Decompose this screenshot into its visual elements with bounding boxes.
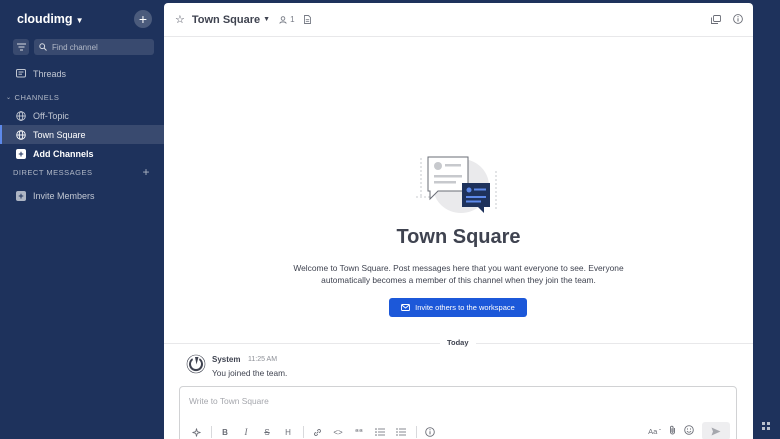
mail-icon: [401, 304, 411, 311]
sidebar-item-off-topic[interactable]: Off-Topic: [0, 106, 164, 125]
channel-info-button[interactable]: [733, 11, 743, 29]
formatting-help-button[interactable]: [422, 424, 438, 439]
direct-messages-section-header[interactable]: DIRECT MESSAGES +: [0, 163, 164, 181]
threads-icon: [16, 68, 26, 77]
member-icon: [279, 15, 287, 24]
link-icon: [313, 428, 321, 436]
search-icon: [39, 43, 47, 51]
font-toggle-label: Aa: [648, 426, 658, 436]
sidebar-item-label: Threads: [33, 68, 67, 79]
sidebar-item-threads[interactable]: Threads: [0, 64, 164, 83]
invite-others-button[interactable]: Invite others to the workspace: [389, 298, 527, 317]
sidebar-item-invite-members[interactable]: + Invite Members: [0, 186, 164, 205]
member-count: 1: [290, 15, 295, 24]
find-channel-box[interactable]: [34, 39, 154, 55]
add-button[interactable]: +: [134, 10, 152, 28]
chevron-down-icon: ▼: [263, 16, 271, 23]
emoji-button[interactable]: [684, 422, 694, 439]
send-icon: [711, 427, 721, 435]
emoji-icon: [684, 425, 694, 435]
intro-description: Welcome to Town Square. Post messages he…: [293, 263, 624, 285]
find-channel-input[interactable]: [52, 42, 142, 52]
channels-header-label: CHANNELS: [14, 92, 60, 102]
channel-files-button[interactable]: [303, 11, 311, 29]
search-row: [0, 38, 164, 56]
sidebar-item-label: Off-Topic: [33, 110, 69, 121]
sidebar-item-label: Town Square: [33, 129, 86, 140]
bold-button[interactable]: B: [217, 424, 233, 439]
channel-intro-illustration: [416, 156, 497, 213]
ai-sparkle-button[interactable]: [188, 424, 204, 439]
channel-header: ☆ Town Square ▼ 1: [164, 3, 753, 37]
member-count-button[interactable]: 1: [279, 15, 295, 24]
sidebar-item-label: Invite Members: [33, 190, 95, 201]
link-button[interactable]: [309, 424, 325, 439]
grid-icon: [762, 422, 770, 430]
post-time[interactable]: 11:25 AM: [248, 356, 277, 363]
intro-title: Town Square: [396, 226, 521, 248]
formatting-toggle-button[interactable]: Aa ˆ: [648, 427, 661, 436]
info-icon: [425, 427, 435, 437]
globe-icon: [16, 129, 26, 140]
chevron-down-icon: ⌄: [6, 94, 12, 101]
post[interactable]: System 11:25 AM You joined the team.: [186, 354, 726, 384]
system-avatar: [186, 354, 206, 374]
channels-section-header[interactable]: ⌄ CHANNELS: [0, 88, 164, 106]
filter-icon: [16, 43, 26, 51]
apps-grid-button[interactable]: [762, 417, 770, 435]
team-name: cloudimg: [17, 12, 73, 26]
format-separator: [303, 426, 304, 438]
team-header: cloudimg ▼ +: [0, 0, 164, 38]
numbered-list-icon: [396, 428, 406, 436]
add-square-icon: +: [16, 148, 26, 159]
quote-button[interactable]: ““: [351, 424, 367, 439]
message-composer: B I S H <> ““ Aa ˆ: [179, 386, 737, 439]
send-button[interactable]: [702, 422, 730, 439]
chevron-down-icon: ▼: [75, 15, 84, 25]
paperclip-icon: [670, 425, 675, 435]
globe-icon: [16, 110, 26, 121]
code-button[interactable]: <>: [330, 424, 346, 439]
sidebar-item-label: Add Channels: [33, 148, 94, 159]
sparkle-icon: [191, 427, 201, 437]
composer-actions: Aa ˆ: [648, 422, 730, 439]
file-icon: [303, 14, 311, 24]
add-square-icon: +: [16, 190, 26, 201]
chevron-up-icon: ˆ: [657, 429, 661, 436]
format-separator: [211, 426, 212, 438]
sidebar-item-town-square[interactable]: Town Square: [0, 125, 164, 144]
channel-intro: Town Square Welcome to Town Square. Post…: [164, 38, 753, 328]
formatting-bar: B I S H <> ““: [188, 424, 443, 439]
favorite-star-icon[interactable]: ☆: [175, 13, 185, 26]
plus-icon: +: [142, 165, 150, 179]
channel-name: Town Square: [191, 13, 261, 26]
plus-icon: +: [138, 11, 148, 27]
post-author[interactable]: System: [212, 355, 240, 364]
invite-button-label: Invite others to the workspace: [415, 303, 515, 312]
italic-button[interactable]: I: [238, 424, 254, 439]
window-icon: [711, 14, 721, 24]
info-icon: [733, 13, 743, 24]
channel-view: ☆ Town Square ▼ 1 Town Square Welcome to…: [164, 3, 753, 439]
attach-file-button[interactable]: [669, 422, 676, 439]
post-message: You joined the team.: [212, 368, 288, 378]
bulleted-list-icon: [375, 428, 385, 436]
bulleted-list-button[interactable]: [372, 424, 388, 439]
sidebar-item-add-channels[interactable]: + Add Channels: [0, 144, 164, 163]
header-actions: [711, 11, 743, 29]
message-input[interactable]: [189, 396, 669, 412]
dm-header-label: DIRECT MESSAGES: [13, 167, 93, 177]
team-menu-button[interactable]: cloudimg ▼: [17, 12, 83, 26]
format-separator: [416, 426, 417, 438]
numbered-list-button[interactable]: [393, 424, 409, 439]
channel-name-button[interactable]: Town Square ▼: [192, 14, 270, 26]
filter-button[interactable]: [13, 39, 29, 55]
add-dm-button[interactable]: +: [142, 165, 150, 179]
sidebar: cloudimg ▼ + Threads ⌄CHANNELS Off-Topic…: [0, 0, 164, 439]
date-divider-label: Today: [440, 338, 476, 347]
channel-window-button[interactable]: [711, 11, 721, 29]
heading-button[interactable]: H: [280, 424, 296, 439]
strikethrough-button[interactable]: S: [259, 424, 275, 439]
